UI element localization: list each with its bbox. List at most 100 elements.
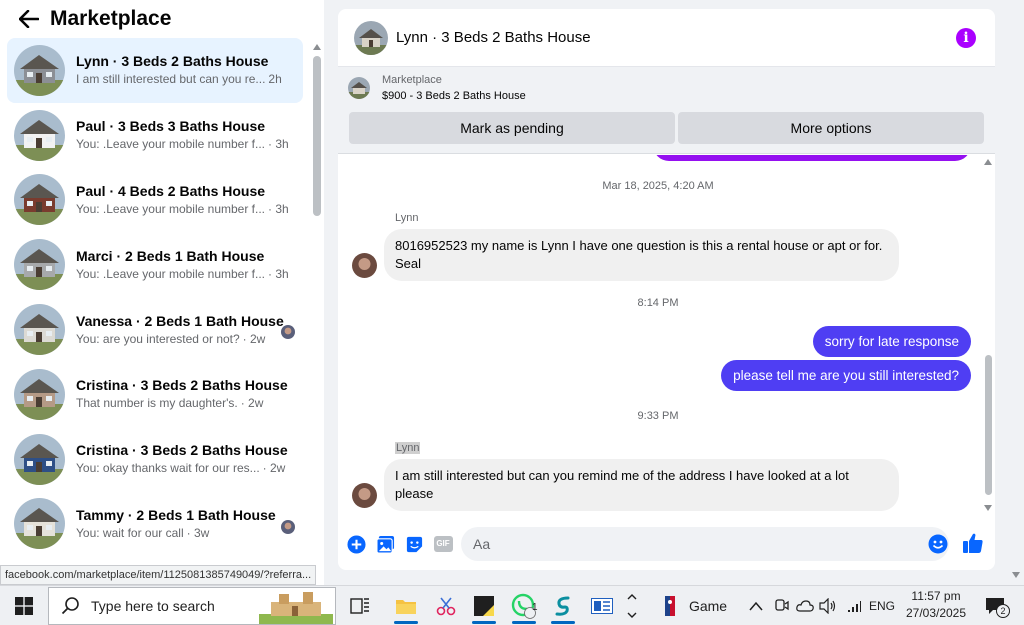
network-icon[interactable] xyxy=(843,586,865,625)
windows-logo-icon xyxy=(15,597,33,615)
message-thread: Mar 18, 2025, 4:20 AM Lynn 8016952523 my… xyxy=(338,155,995,517)
conversation-preview: You: .Leave your mobile number f... · 3h xyxy=(76,200,296,218)
chat-scrollbar[interactable] xyxy=(981,155,995,517)
incoming-message[interactable]: 8016952523 my name is Lynn I have one qu… xyxy=(384,229,899,281)
timestamp: 8:14 PM xyxy=(637,297,679,309)
windows-taskbar: Type here to search 1 Game ENG 11:57 pm … xyxy=(0,585,1024,625)
whatsapp-icon[interactable]: 1 xyxy=(504,590,544,624)
conversation-item[interactable]: Cristina · 3 Beds 2 Baths House You: okay… xyxy=(7,427,303,492)
conversation-item[interactable]: Lynn · 3 Beds 2 Baths House I am still in… xyxy=(7,38,303,103)
listing-banner: Marketplace $900 - 3 Beds 2 Baths House … xyxy=(338,67,995,154)
listing-avatar xyxy=(14,44,65,96)
back-button[interactable] xyxy=(10,0,48,38)
scroll-down-arrow-icon[interactable] xyxy=(984,505,992,511)
house-photo-icon xyxy=(14,498,65,550)
file-explorer-icon[interactable] xyxy=(386,590,426,624)
active-indicator xyxy=(512,621,536,624)
taskbar-clock[interactable]: 11:57 pm 27/03/2025 xyxy=(900,588,972,622)
sidebar-header: Marketplace xyxy=(0,0,324,38)
taskbar-search[interactable]: Type here to search xyxy=(48,587,336,625)
chat-title[interactable]: Lynn · 3 Beds 2 Baths House xyxy=(396,29,591,46)
listing-thumbnail[interactable] xyxy=(348,77,370,99)
conversation-text: Tammy · 2 Beds 1 Bath House You: wait for… xyxy=(76,506,296,542)
sticky-notes-icon[interactable] xyxy=(464,590,504,624)
nba-icon[interactable] xyxy=(660,586,680,625)
whatsapp-badge: 1 xyxy=(532,602,538,613)
meet-now-icon[interactable] xyxy=(770,586,792,625)
incoming-message[interactable]: I am still interested but can you remind… xyxy=(384,459,899,511)
conversation-time: · 3h xyxy=(268,266,289,281)
conversation-time: · 3h xyxy=(268,137,289,152)
task-view-icon[interactable] xyxy=(340,590,380,622)
page-scroll-down-icon[interactable] xyxy=(1012,572,1020,578)
listing-avatar xyxy=(14,174,65,226)
conversation-preview: You: are you interested or not? · 2w xyxy=(76,330,296,348)
chat-scroll-thumb[interactable] xyxy=(985,355,992,495)
thumbs-up-icon[interactable] xyxy=(962,532,984,559)
snipping-tool-icon[interactable] xyxy=(426,590,466,622)
scroll-up-arrow-icon[interactable] xyxy=(984,159,992,165)
outgoing-message[interactable]: please tell me are you still interested? xyxy=(721,360,971,391)
volume-icon[interactable] xyxy=(817,586,839,625)
page-title: Marketplace xyxy=(50,7,172,30)
outgoing-message-partial xyxy=(653,155,971,161)
conversation-title: Marci · 2 Beds 1 Bath House xyxy=(76,247,265,264)
scroll-up-arrow-icon[interactable] xyxy=(313,44,321,50)
notification-center-icon[interactable]: 2 xyxy=(980,586,1010,625)
message-composer: GIF xyxy=(338,523,995,565)
sender-avatar[interactable] xyxy=(352,253,377,278)
photo-gallery-icon[interactable] xyxy=(374,533,396,555)
game-label[interactable]: Game xyxy=(686,586,730,625)
emoji-icon[interactable] xyxy=(928,534,948,559)
listing-avatar xyxy=(14,368,65,420)
conversation-snippet: You: .Leave your mobile number f... xyxy=(76,266,265,281)
sidebar-scroll-thumb[interactable] xyxy=(313,56,321,216)
mark-as-pending-button[interactable]: Mark as pending xyxy=(349,112,675,144)
listing-avatar xyxy=(14,304,65,356)
conversation-item[interactable]: Paul · 4 Beds 2 Baths House You: .Leave y… xyxy=(7,168,303,233)
app-s-icon[interactable] xyxy=(543,590,583,624)
outgoing-message[interactable]: sorry for late response xyxy=(812,326,971,357)
conversation-text: Lynn · 3 Beds 2 Baths House I am still in… xyxy=(76,52,296,88)
conversation-preview: You: wait for our call · 3w xyxy=(76,524,296,542)
info-icon[interactable]: i xyxy=(956,28,976,48)
listing-title[interactable]: $900 - 3 Beds 2 Baths House xyxy=(382,90,526,102)
conversation-text: Paul · 4 Beds 2 Baths House You: .Leave y… xyxy=(76,182,296,218)
chat-listing-avatar[interactable] xyxy=(354,20,388,55)
conversation-title: Tammy · 2 Beds 1 Bath House xyxy=(76,506,276,523)
active-indicator xyxy=(551,621,575,624)
arrow-left-icon xyxy=(19,10,39,28)
chat-panel: Lynn · 3 Beds 2 Baths House i Marketplac… xyxy=(338,9,995,570)
house-photo-icon xyxy=(348,77,370,99)
house-photo-icon xyxy=(14,174,65,226)
plus-circle-icon[interactable] xyxy=(345,533,367,555)
news-widget-icon[interactable] xyxy=(582,590,622,622)
conversation-snippet: I am still interested but can you re... xyxy=(76,72,266,87)
clock-date: 27/03/2025 xyxy=(905,606,967,620)
house-photo-icon xyxy=(14,109,65,161)
conversation-item[interactable]: Tammy · 2 Beds 1 Bath House You: wait for… xyxy=(7,492,303,557)
user-photo-icon xyxy=(352,483,377,508)
listing-avatar xyxy=(14,498,65,550)
onedrive-icon[interactable] xyxy=(794,586,816,625)
conversation-preview: You: .Leave your mobile number f... · 3h xyxy=(76,265,296,283)
sticker-icon[interactable] xyxy=(403,533,425,555)
conversation-text: Cristina · 3 Beds 2 Baths House You: okay… xyxy=(76,441,296,477)
message-input[interactable] xyxy=(461,527,949,561)
conversation-item[interactable]: Cristina · 3 Beds 2 Baths House That numb… xyxy=(7,362,303,427)
start-button[interactable] xyxy=(0,586,48,625)
tray-scroll-icon[interactable] xyxy=(624,586,640,625)
house-photo-icon xyxy=(354,20,388,55)
conversation-text: Vanessa · 2 Beds 1 Bath House You: are yo… xyxy=(76,312,296,348)
show-hidden-icons-icon[interactable] xyxy=(746,586,766,625)
conversation-item[interactable]: Marci · 2 Beds 1 Bath House You: .Leave y… xyxy=(7,232,303,297)
listing-avatar xyxy=(14,239,65,291)
gif-icon[interactable]: GIF xyxy=(432,533,454,555)
conversation-item[interactable]: Paul · 3 Beds 3 Baths House You: .Leave y… xyxy=(7,103,303,168)
sidebar-scrollbar[interactable] xyxy=(311,40,323,585)
language-indicator[interactable]: ENG xyxy=(867,586,897,625)
conversation-item[interactable]: Vanessa · 2 Beds 1 Bath House You: are yo… xyxy=(7,297,303,362)
search-icon xyxy=(61,597,79,615)
sender-avatar[interactable] xyxy=(352,483,377,508)
more-options-button[interactable]: More options xyxy=(678,112,984,144)
